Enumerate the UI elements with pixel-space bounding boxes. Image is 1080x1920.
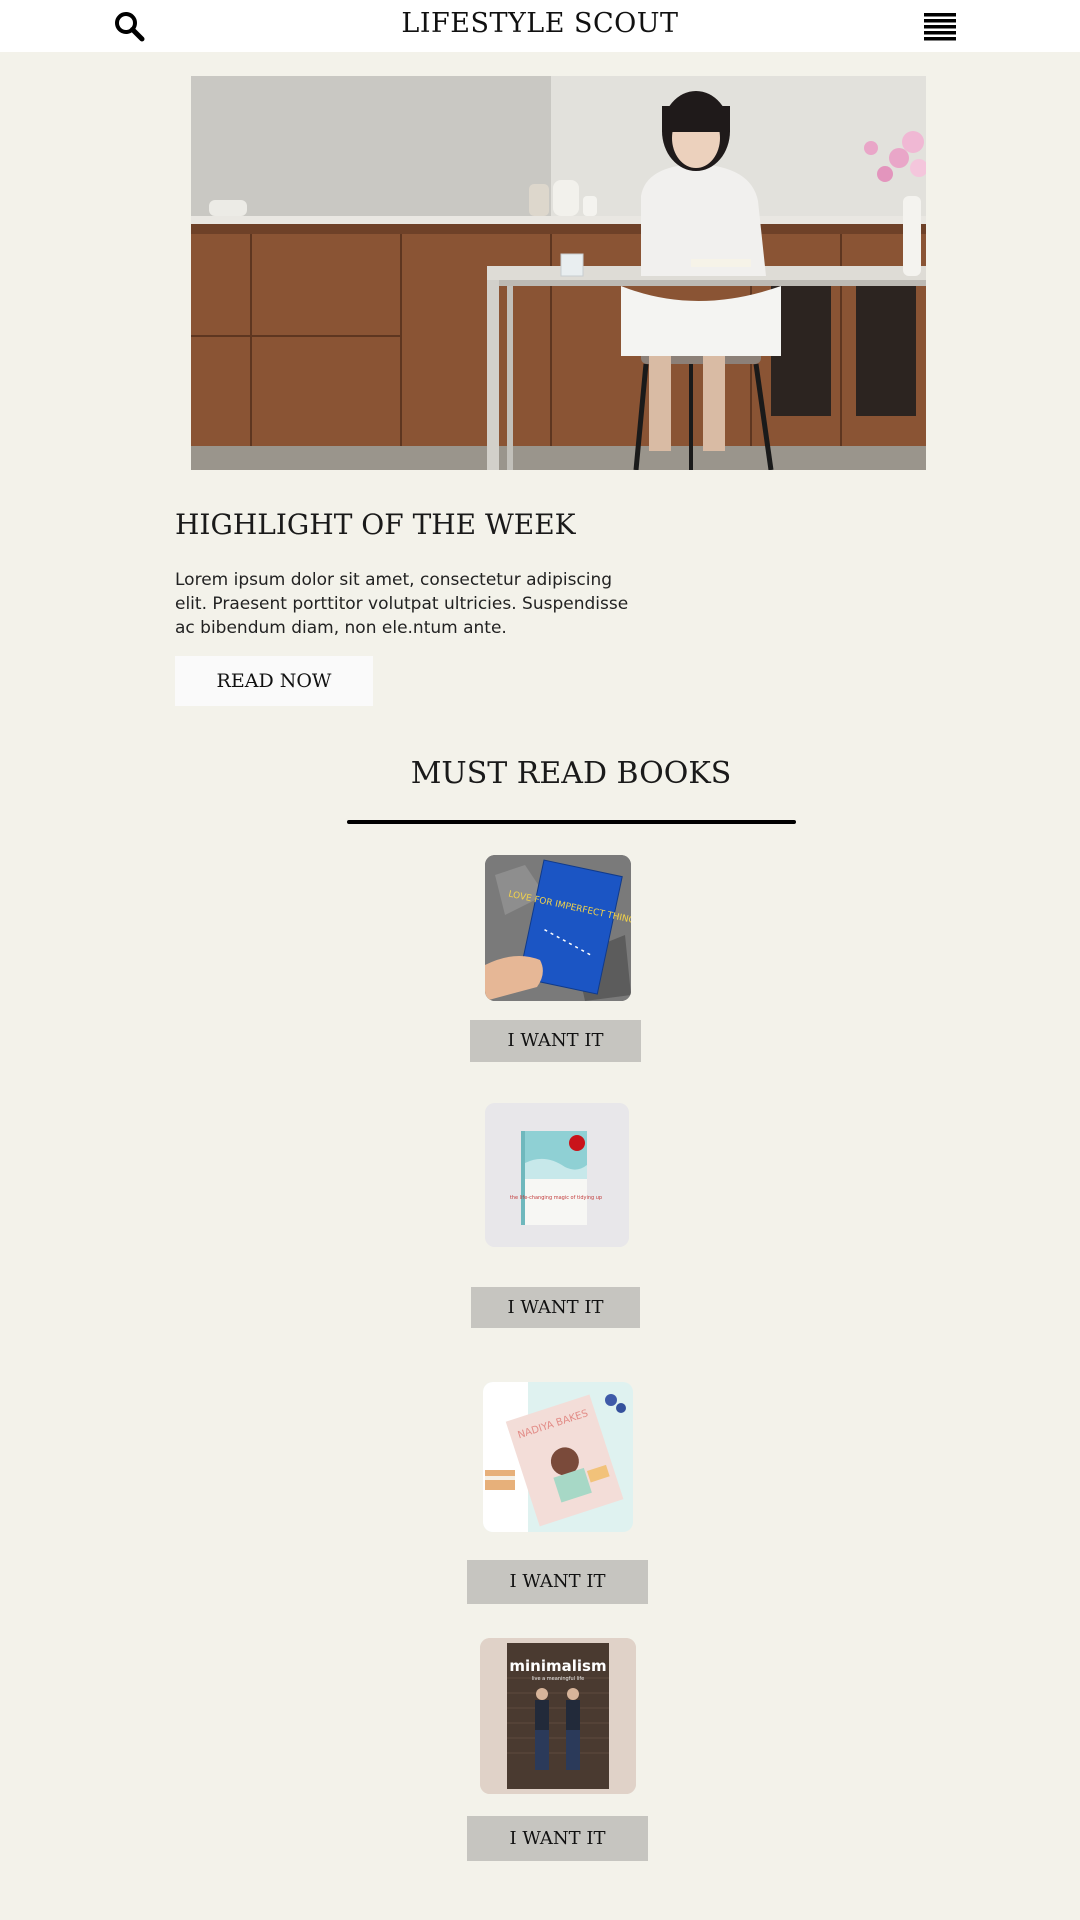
section-divider bbox=[347, 820, 796, 824]
i-want-it-button[interactable]: I WANT IT bbox=[471, 1287, 640, 1328]
i-want-it-button[interactable]: I WANT IT bbox=[467, 1816, 648, 1861]
book-cover-subtitle-text: live a meaningful life bbox=[532, 1676, 585, 1682]
book-cover-title-text: minimalism bbox=[509, 1657, 606, 1675]
books-heading: MUST READ BOOKS bbox=[410, 756, 732, 791]
site-title[interactable]: LIFESTYLE SCOUT bbox=[0, 8, 1080, 39]
highlight-heading: HIGHLIGHT OF THE WEEK bbox=[175, 508, 576, 541]
i-want-it-button[interactable]: I WANT IT bbox=[470, 1020, 641, 1062]
i-want-it-button[interactable]: I WANT IT bbox=[467, 1560, 648, 1604]
book-cover-love-for-imperfect-things[interactable]: LOVE FOR IMPERFECT THINGS bbox=[485, 855, 631, 1001]
book-cover-tidying-up[interactable]: the life-changing magic of tidying up bbox=[485, 1103, 629, 1247]
book-cover-title-text: the life-changing magic of tidying up bbox=[510, 1195, 602, 1201]
book-cover-nadiya-bakes[interactable]: NADIYA BAKES bbox=[483, 1382, 633, 1532]
top-bar: LIFESTYLE SCOUT bbox=[0, 0, 1080, 52]
hero-image bbox=[191, 76, 926, 470]
highlight-body: Lorem ipsum dolor sit amet, consectetur … bbox=[175, 570, 629, 638]
hamburger-menu-icon[interactable] bbox=[924, 13, 956, 41]
book-cover-minimalism[interactable]: minimalism live a meaningful life bbox=[480, 1638, 636, 1794]
read-now-button[interactable]: READ NOW bbox=[175, 656, 373, 706]
